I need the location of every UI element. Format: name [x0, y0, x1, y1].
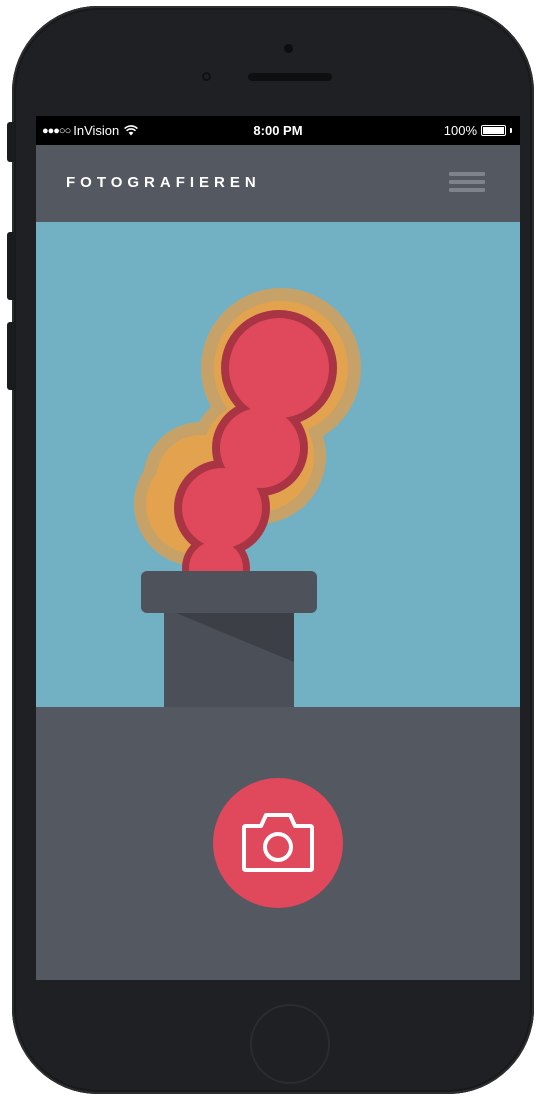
status-bar: ●●●○○ InVision 8:00 PM 100% [36, 116, 520, 145]
menu-line [449, 180, 485, 184]
front-camera [284, 44, 293, 53]
chimney-smoke-illustration [36, 222, 520, 707]
page-title: FOTOGRAFIEREN [66, 174, 261, 191]
status-right: 100% [444, 123, 512, 138]
app-header: FOTOGRAFIEREN [36, 145, 520, 222]
menu-line [449, 188, 485, 192]
battery-fill [483, 127, 504, 134]
home-button[interactable] [250, 1004, 330, 1084]
battery-percentage: 100% [443, 123, 477, 138]
mute-switch [7, 122, 15, 162]
chimney-cap [141, 571, 317, 613]
battery-tip [510, 128, 512, 133]
battery-icon [481, 125, 506, 136]
app-screen: ●●●○○ InVision 8:00 PM 100% FOTOGRAFIERE… [36, 116, 520, 980]
proximity-sensor [202, 72, 211, 81]
menu-line [449, 172, 485, 176]
camera-icon [242, 813, 314, 872]
earpiece-speaker [248, 73, 332, 81]
volume-up-button [7, 232, 15, 300]
shutter-button[interactable] [213, 778, 343, 908]
device-mockup: ●●●○○ InVision 8:00 PM 100% FOTOGRAFIERE… [0, 0, 536, 1099]
volume-down-button [7, 322, 15, 390]
hamburger-menu-icon[interactable] [449, 170, 485, 196]
